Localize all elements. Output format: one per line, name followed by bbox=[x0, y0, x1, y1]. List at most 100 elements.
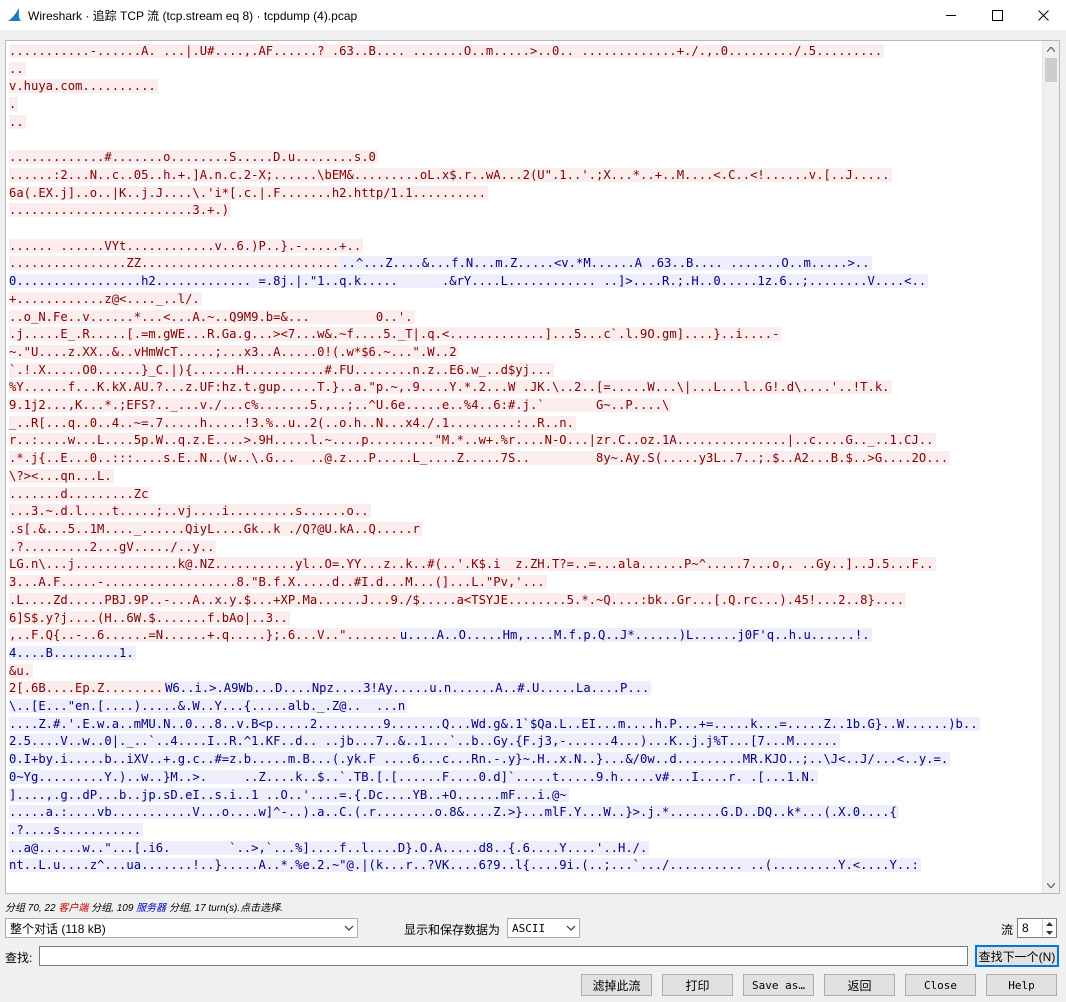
stream-line: 9.1j2...,K...*.;EFS?.._...v./...c%......… bbox=[9, 397, 1041, 415]
client-data-segment: LG.n\...j..............k@.NZ...........y… bbox=[9, 557, 936, 572]
spin-up-button[interactable] bbox=[1043, 919, 1056, 928]
stream-label: 流 bbox=[1001, 923, 1014, 937]
filter-out-stream-button[interactable]: 滤掉此流 bbox=[581, 974, 652, 996]
minimize-icon bbox=[945, 14, 956, 16]
show-save-label: 显示和保存数据为 bbox=[404, 923, 501, 937]
client-data-segment: 9.1j2...,K...*.;EFS?.._...v./...c%......… bbox=[9, 398, 672, 413]
chevron-down-icon bbox=[566, 925, 576, 931]
maximize-icon bbox=[991, 9, 1003, 21]
client-data-segment: .L....Zd.....PBJ.9P..-...A..x.y.$...+XP.… bbox=[9, 592, 907, 607]
chevron-up-icon bbox=[1047, 46, 1055, 52]
stream-text-view[interactable]: ...........-......A. ...|.U#....,.AF....… bbox=[5, 40, 1060, 894]
client-data-segment: 6a(.EX.j]..o..|K..j.J....\.'i*[.c.|.F...… bbox=[9, 185, 488, 200]
stream-number-spinbox[interactable]: 8 bbox=[1017, 918, 1057, 938]
client-data-segment: . bbox=[9, 97, 19, 112]
stream-line bbox=[9, 132, 1041, 150]
stream-line: `.!.X.....O0......}_C.|){......H........… bbox=[9, 362, 1041, 380]
server-data-segment: ..a@......w.."...[.i6. `..>,`...%]....f.… bbox=[9, 840, 650, 855]
close-window-button[interactable] bbox=[1020, 0, 1066, 30]
stream-line: nt..L.u....z^...ua.......!..}.....A..*.%… bbox=[9, 857, 1041, 875]
stream-line: ~."U....z.XX..&..vHmWcT.....;...x3..A...… bbox=[9, 344, 1041, 362]
client-data-segment: .s[.&...5..1M...._......QiyL....Gk..k ./… bbox=[9, 521, 422, 536]
stream-status: 分组 70, 22 客户端 分组, 109 服务器 分组, 17 turn(s)… bbox=[5, 899, 283, 914]
stream-line: 6]S$.y?j....(H..6W.$.......f.bAo|..3.. bbox=[9, 610, 1041, 628]
back-button[interactable]: 返回 bbox=[824, 974, 895, 996]
client-data-segment: &u. bbox=[9, 663, 34, 678]
stream-line: .j.....E_.R.....[.=m.gWE...R.Ga.g...><7.… bbox=[9, 326, 1041, 344]
find-row: 查找: 查找下一个(N) bbox=[0, 945, 1066, 967]
client-data-segment: .............#.......o........S.....D.u.… bbox=[9, 150, 378, 165]
maximize-button[interactable] bbox=[974, 0, 1020, 30]
status-prefix: 分组 70, 22 bbox=[5, 903, 59, 914]
stream-line: ....Z.#.'.E.w.a..mMU.N..0...8..v.B<p....… bbox=[9, 716, 1041, 734]
stream-line: 2.5....V..w..0|._..`..4....I..R.^1.KF..d… bbox=[9, 733, 1041, 751]
chevron-down-icon bbox=[1046, 930, 1053, 935]
client-data-segment: .?.........2...gV...../..y.. bbox=[9, 539, 217, 554]
stream-line: .*.j{..E...0..:::....s.E..N..(w..\.G... … bbox=[9, 450, 1041, 468]
stream-line: ]....,.g..dP...b..jp.sD.eI..s.i..1 ..O..… bbox=[9, 787, 1041, 805]
server-data-segment: ]....,.g..dP...b..jp.sD.eI..s.i..1 ..O..… bbox=[9, 787, 569, 802]
stream-line: ......:2...N..c..05..h.+.]A.n.c.2-X;....… bbox=[9, 167, 1041, 185]
client-data-segment: 2[.6B....Ep.Z........ bbox=[9, 681, 166, 696]
stream-line: LG.n\...j..............k@.NZ...........y… bbox=[9, 556, 1041, 574]
chevron-down-icon bbox=[344, 925, 354, 931]
stream-line: 0~Yg.........Y.)..w..}M..>. ..Z....k..$.… bbox=[9, 769, 1041, 787]
help-button[interactable]: Help bbox=[986, 974, 1057, 996]
scroll-down-button[interactable] bbox=[1043, 877, 1059, 893]
server-data-segment: ..^...Z....&...f.N...m.Z.....<v.*M......… bbox=[341, 256, 872, 271]
stream-line: _..R[...q..0..4..~=.7.....h.....!3.%..u.… bbox=[9, 415, 1041, 433]
client-data-segment: %Y......f...K.kX.AU.?...z.UF:hz.t.gup...… bbox=[9, 380, 892, 395]
client-data-segment: v.huya.com.......... bbox=[9, 79, 158, 94]
vertical-scrollbar[interactable] bbox=[1042, 41, 1059, 893]
conversation-select-value: 整个对话 (118 kB) bbox=[10, 921, 106, 936]
stream-line: .........................3.+.) bbox=[9, 202, 1041, 220]
stream-line: +............z@<...._..l/. bbox=[9, 291, 1041, 309]
server-data-segment: nt..L.u....z^...ua.......!..}.....A..*.%… bbox=[9, 858, 921, 873]
window-title: Wireshark · 追踪 TCP 流 (tcp.stream eq 8) ·… bbox=[28, 8, 358, 23]
stream-line: 4....B.........1. bbox=[9, 645, 1041, 663]
stream-line: .. bbox=[9, 61, 1041, 79]
server-label: 服务器 bbox=[136, 903, 167, 914]
client-data-segment: ...... ......VYt............v..6.)P..}.-… bbox=[9, 238, 364, 253]
stream-number-value: 8 bbox=[1022, 921, 1029, 935]
stream-line: ...3.~.d.l....t.....;..vj....i.........s… bbox=[9, 503, 1041, 521]
client-data-segment: +............z@<...._..l/. bbox=[9, 291, 202, 306]
title-bar: Wireshark · 追踪 TCP 流 (tcp.stream eq 8) ·… bbox=[0, 0, 1066, 30]
scroll-up-button[interactable] bbox=[1043, 41, 1059, 57]
print-button[interactable]: 打印 bbox=[662, 974, 733, 996]
server-data-segment: 0.................h2............. =.8j.|… bbox=[9, 274, 929, 289]
client-data-segment: `.!.X.....O0......}_C.|){......H........… bbox=[9, 362, 554, 377]
stream-line: .......d.........Zc bbox=[9, 486, 1041, 504]
format-select[interactable]: ASCII bbox=[507, 918, 580, 938]
save-as-button[interactable]: Save as… bbox=[743, 974, 814, 996]
stream-content[interactable]: ...........-......A. ...|.U#....,.AF....… bbox=[9, 43, 1041, 891]
client-data-segment: _..R[...q..0..4..~=.7.....h.....!3.%..u.… bbox=[9, 415, 576, 430]
server-data-segment: 4....B.........1. bbox=[9, 645, 136, 660]
minimize-button[interactable] bbox=[928, 0, 974, 30]
client-data-segment: ..o_N.Fe..v......*...<...A.~..Q9M9.b=&..… bbox=[9, 309, 415, 324]
find-input[interactable] bbox=[39, 946, 968, 966]
client-data-segment: ...3.~.d.l....t.....;..vj....i.........s… bbox=[9, 504, 371, 519]
action-buttons-row: 滤掉此流 打印 Save as… 返回 Close Help bbox=[0, 974, 1066, 996]
client-data-segment: 3...A.F.....-..................8."B.f.X.… bbox=[9, 575, 547, 590]
stream-line: ,..F.Q{..-..6......=N......+.q.....};.6.… bbox=[9, 627, 1041, 645]
client-data-segment: .. bbox=[9, 114, 26, 129]
server-data-segment: W6..i.>.A9Wb...D....Npz....3!Ay.....u.n.… bbox=[165, 681, 652, 696]
server-data-segment: ....Z.#.'.E.w.a..mMU.N..0...8..v.B<p....… bbox=[9, 716, 980, 731]
conversation-select[interactable]: 整个对话 (118 kB) bbox=[5, 918, 358, 938]
close-button[interactable]: Close bbox=[905, 974, 976, 996]
stream-line: 0.I+by.i.....b..iXV..+.g.c..#=z.b.....m.… bbox=[9, 751, 1041, 769]
stream-line: %Y......f...K.kX.AU.?...z.UF:hz.t.gup...… bbox=[9, 379, 1041, 397]
stream-line: ................ZZ......................… bbox=[9, 255, 1041, 273]
stream-line: \..[E..."en.[....).....&.W..Y...{.....al… bbox=[9, 698, 1041, 716]
spin-down-button[interactable] bbox=[1043, 928, 1056, 937]
stream-line: &u. bbox=[9, 663, 1041, 681]
stream-line: .?....s........... bbox=[9, 822, 1041, 840]
client-data-segment: \?><...qn...L. bbox=[9, 468, 114, 483]
format-select-value: ASCII bbox=[512, 921, 546, 935]
scroll-thumb[interactable] bbox=[1045, 58, 1057, 82]
client-data-segment: .*.j{..E...0..:::....s.E..N..(w..\.G... … bbox=[9, 451, 951, 466]
client-data-segment: ~."U....z.XX..&..vHmWcT.....;...x3..A...… bbox=[9, 344, 459, 359]
server-data-segment: 0.I+by.i.....b..iXV..+.g.c..#=z.b.....m.… bbox=[9, 752, 951, 767]
find-next-button[interactable]: 查找下一个(N) bbox=[975, 945, 1059, 967]
